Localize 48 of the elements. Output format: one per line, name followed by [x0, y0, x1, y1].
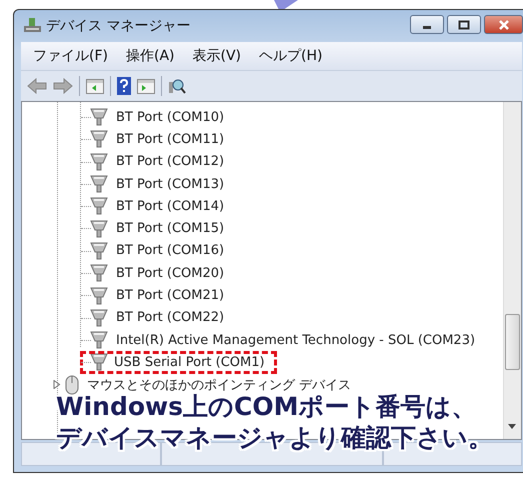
menu-item[interactable]: 操作(A) — [126, 47, 174, 65]
tree-item[interactable]: BT Port (COM13) — [114, 176, 226, 192]
maximize-icon — [458, 20, 470, 30]
callout-text: Windows上のCOMポート番号は、 — [56, 392, 478, 422]
help-icon[interactable] — [117, 77, 131, 95]
port-icon — [90, 286, 108, 306]
tree-item[interactable]: BT Port (COM15) — [114, 221, 226, 236]
port-icon — [90, 129, 108, 150]
tree-item[interactable]: マウスとそのほかのポインティング デバイス — [85, 376, 354, 394]
tree-item[interactable]: BT Port (COM11) — [114, 132, 226, 147]
scrollbar[interactable] — [503, 102, 521, 439]
port-icon — [90, 218, 108, 239]
close-icon — [498, 20, 510, 30]
port-icon — [90, 352, 108, 372]
maximize-button[interactable] — [447, 15, 481, 34]
port-icon — [90, 174, 108, 194]
expand-arrow-icon[interactable] — [53, 380, 62, 390]
menu-item[interactable]: 表示(V) — [192, 47, 242, 65]
tree-item[interactable]: BT Port (COM12) — [114, 154, 226, 170]
back-arrow-icon[interactable] — [27, 78, 47, 94]
scrollbar-thumb[interactable] — [505, 314, 520, 370]
tree-item[interactable]: BT Port (COM10) — [114, 110, 226, 125]
menu-item[interactable]: ヘルプ(H) — [259, 47, 322, 65]
close-button[interactable] — [484, 15, 523, 34]
panel-icon[interactable] — [86, 78, 104, 94]
panel-icon[interactable] — [137, 78, 155, 94]
scroll-down-icon[interactable] — [508, 424, 516, 429]
port-icon — [90, 330, 108, 350]
scan-hardware-icon[interactable] — [168, 77, 186, 95]
port-icon — [90, 263, 108, 284]
tree-item[interactable]: BT Port (COM14) — [114, 198, 226, 214]
port-icon — [90, 196, 108, 216]
minimize-icon — [423, 26, 431, 29]
tree-item[interactable]: BT Port (COM16) — [114, 243, 226, 258]
tree-item[interactable]: BT Port (COM21) — [114, 288, 226, 304]
window-title: デバイス マネージャー — [46, 17, 190, 35]
port-icon — [90, 152, 108, 172]
tree-item[interactable]: BT Port (COM22) — [114, 310, 226, 326]
tree-item[interactable]: BT Port (COM20) — [114, 266, 226, 281]
port-icon — [90, 107, 108, 128]
computer-icon — [24, 18, 42, 34]
mouse-icon — [65, 374, 79, 395]
menu-item[interactable]: ファイル(F) — [33, 47, 108, 65]
forward-arrow-icon[interactable] — [53, 78, 73, 94]
port-icon — [90, 308, 108, 328]
minimize-button[interactable] — [410, 15, 444, 34]
tree-item[interactable]: Intel(R) Active Management Technology - SOL (COM23) — [114, 332, 478, 348]
port-icon — [90, 240, 108, 261]
